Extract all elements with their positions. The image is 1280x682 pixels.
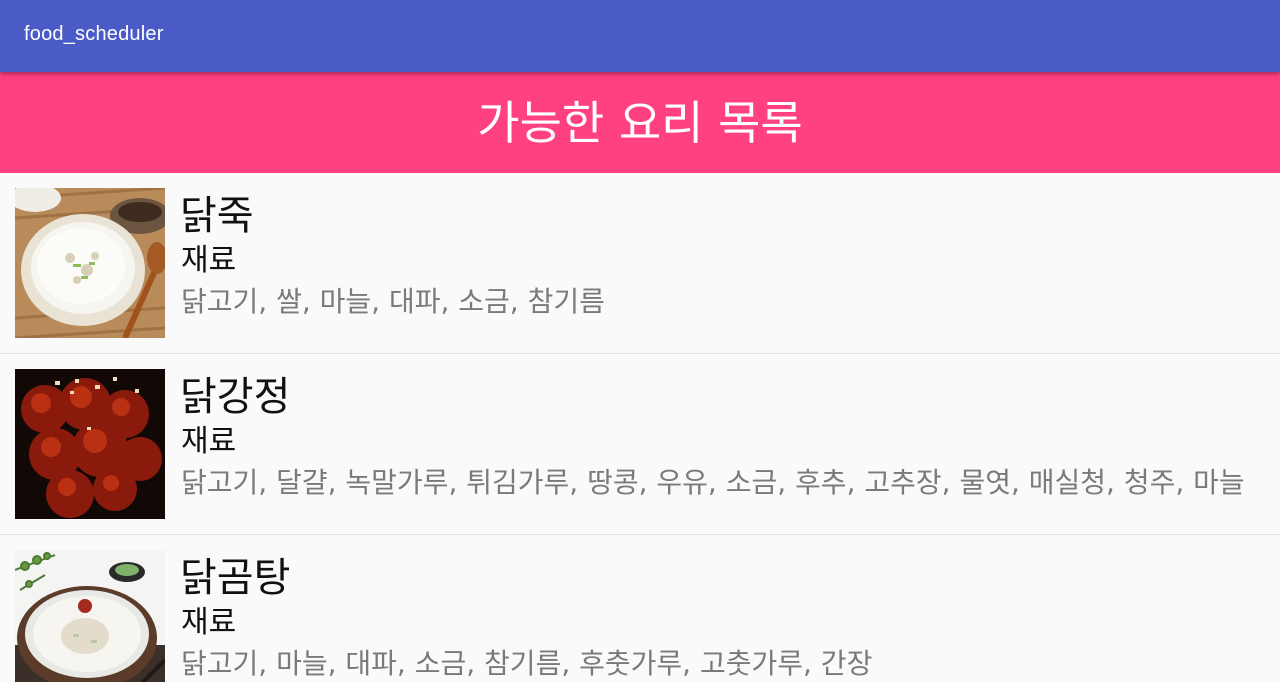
recipe-name: 닭죽: [180, 193, 254, 239]
ingredients-list: 닭고기, 쌀, 마늘, 대파, 소금, 참기름: [181, 285, 605, 318]
recipe-row[interactable]: 닭죽 재료 닭고기, 쌀, 마늘, 대파, 소금, 참기름: [0, 173, 1280, 354]
recipe-thumbnail: [15, 550, 165, 682]
recipe-row[interactable]: 닭곰탕 재료 닭고기, 마늘, 대파, 소금, 참기름, 후춧가루, 고춧가루,…: [0, 535, 1280, 682]
ingredients-heading: 재료: [181, 605, 237, 640]
ingredients-list: 닭고기, 달걀, 녹말가루, 튀김가루, 땅콩, 우유, 소금, 후추, 고추장…: [181, 466, 1245, 499]
list-header: 가능한 요리 목록: [0, 72, 1280, 173]
recipe-row[interactable]: 닭강정 재료 닭고기, 달걀, 녹말가루, 튀김가루, 땅콩, 우유, 소금, …: [0, 354, 1280, 535]
page-title: 가능한 요리 목록: [477, 96, 803, 150]
fried-chicken-photo: [15, 369, 165, 519]
recipe-thumbnail: [15, 188, 165, 338]
recipe-list[interactable]: 닭죽 재료 닭고기, 쌀, 마늘, 대파, 소금, 참기름 닭강정 재료 닭고기…: [0, 173, 1280, 682]
rice-porridge-photo: [15, 188, 165, 338]
chicken-soup-photo: [15, 550, 165, 682]
ingredients-heading: 재료: [181, 424, 237, 459]
recipe-name: 닭강정: [180, 374, 291, 420]
ingredients-heading: 재료: [181, 243, 237, 278]
recipe-name: 닭곰탕: [180, 555, 291, 601]
ingredients-list: 닭고기, 마늘, 대파, 소금, 참기름, 후춧가루, 고춧가루, 간장: [181, 647, 873, 680]
app-bar: food_scheduler: [0, 0, 1280, 72]
recipe-thumbnail: [15, 369, 165, 519]
app-title: food_scheduler: [24, 23, 164, 45]
